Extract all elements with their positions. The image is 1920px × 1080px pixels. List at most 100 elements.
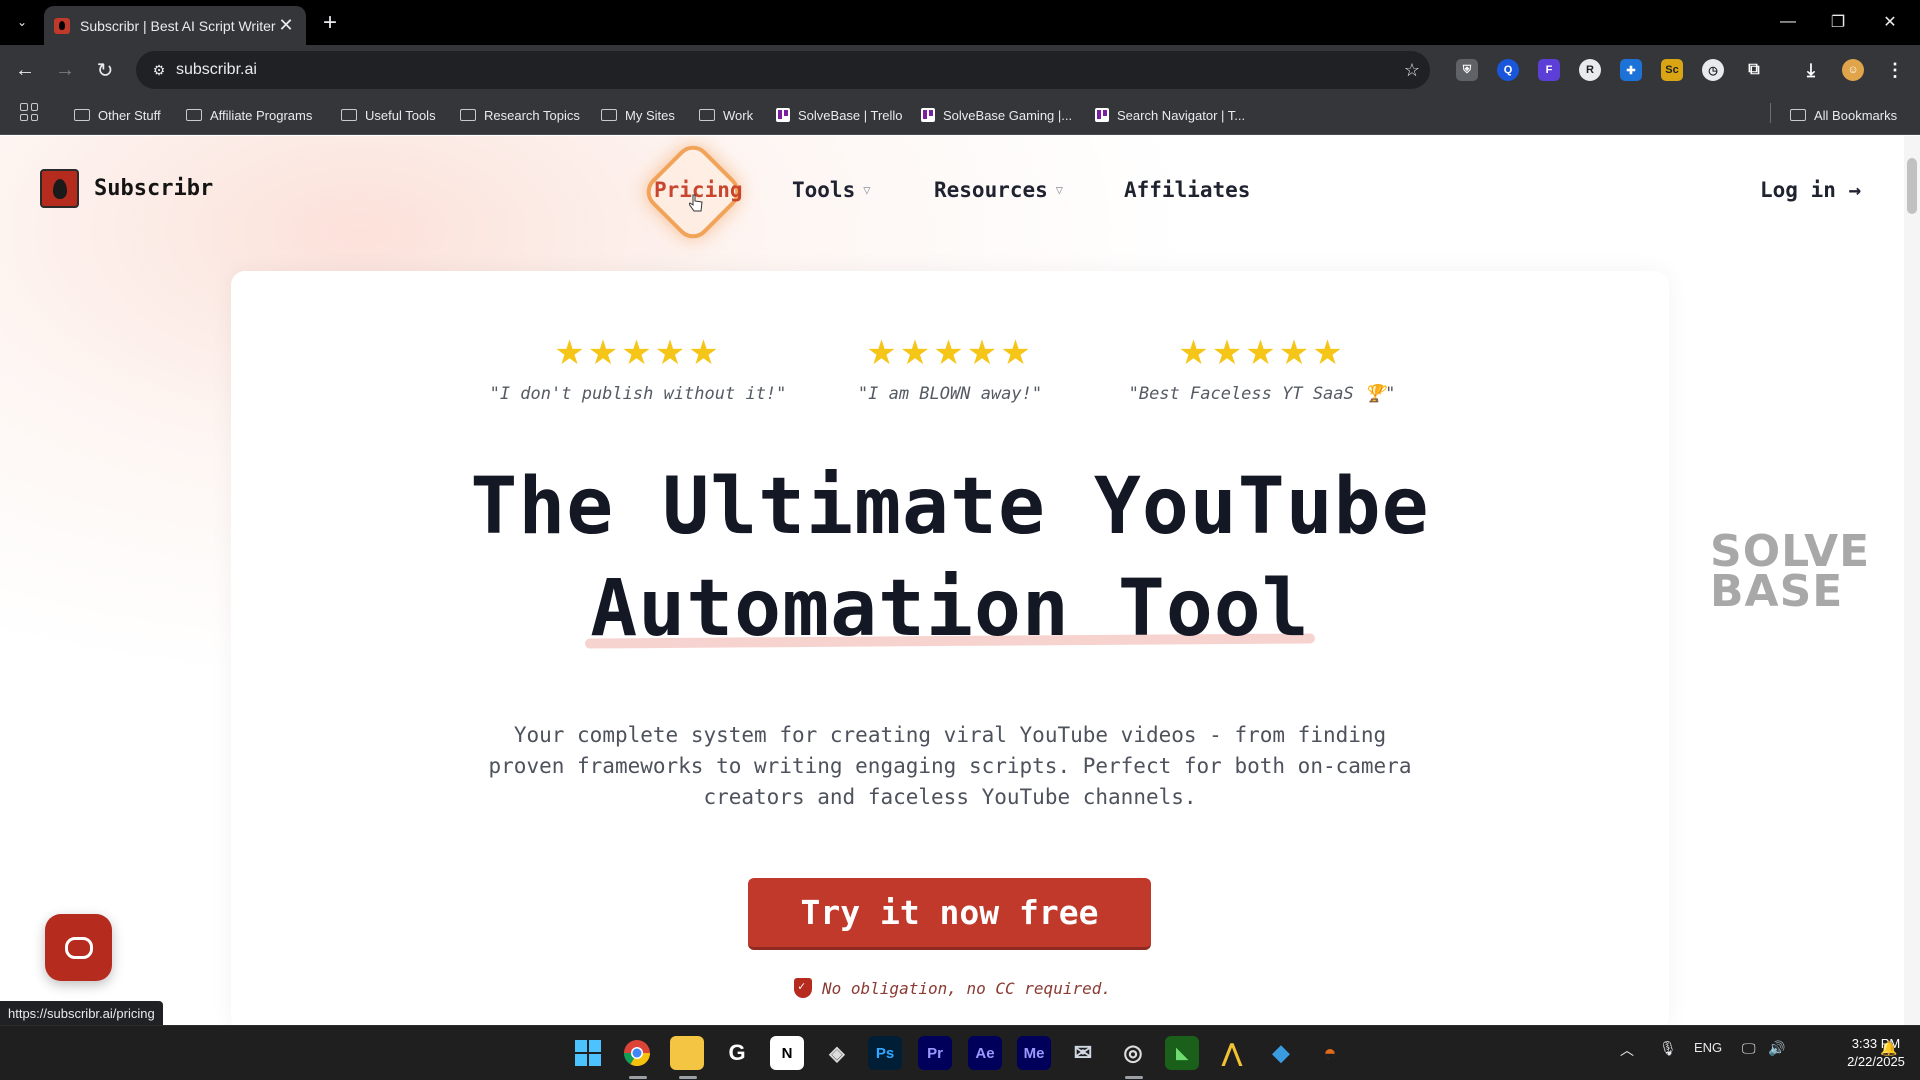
no-obligation-note: No obligation, no CC required. — [794, 978, 1111, 998]
bookmark-search-navigator[interactable]: Search Navigator | T... — [1095, 104, 1245, 126]
reload-icon[interactable]: ↻ — [90, 55, 120, 85]
url-text[interactable]: subscribr.ai — [176, 61, 1394, 79]
site-name[interactable]: Subscribr — [94, 176, 213, 201]
photoshop-icon[interactable]: Ps — [868, 1036, 902, 1070]
bookmark-solvebase-trello[interactable]: SolveBase | Trello — [776, 104, 903, 126]
bookmark-folder-research-topics[interactable]: Research Topics — [460, 104, 580, 126]
volume-icon[interactable]: 🔊 — [1768, 1040, 1785, 1057]
chat-support-button[interactable] — [45, 914, 112, 981]
web-page: Subscribr Pricing Tools ▽ Resources ▽ Af… — [0, 136, 1920, 1025]
folder-icon — [601, 109, 617, 121]
bookmark-folder-affiliate-programs[interactable]: Affiliate Programs — [186, 104, 312, 126]
browser-tab-active[interactable]: Subscribr | Best AI Script Writer ✕ — [44, 6, 306, 45]
file-explorer-icon[interactable] — [670, 1036, 704, 1070]
puzzle-blue-extension-icon[interactable]: ✚ — [1620, 59, 1642, 81]
login-link[interactable]: Log in → — [1760, 178, 1861, 202]
chrome-icon[interactable] — [620, 1036, 654, 1070]
bookmark-folder-work[interactable]: Work — [699, 104, 753, 126]
more-menu-icon[interactable]: ⋮ — [1884, 59, 1906, 81]
bookmark-star-icon[interactable]: ☆ — [1394, 60, 1430, 81]
clock-time: 3:33 PM — [1851, 1036, 1901, 1051]
scrollbar-thumb[interactable] — [1907, 158, 1917, 214]
yellow-app-icon[interactable]: ⋀ — [1215, 1036, 1249, 1070]
address-bar[interactable]: ⚙ subscribr.ai ☆ — [136, 51, 1430, 89]
bookmark-solvebase-gaming[interactable]: SolveBase Gaming |... — [921, 104, 1072, 126]
system-clock[interactable]: 3:33 PM 2/22/2025 — [1840, 1035, 1912, 1071]
microphone-icon[interactable]: 🎙 — [1659, 1040, 1677, 1057]
close-window-button[interactable]: ✕ — [1870, 8, 1910, 36]
tray-overflow-icon[interactable]: ︿ — [1620, 1040, 1634, 1060]
clock-date: 2/22/2025 — [1847, 1054, 1905, 1069]
vpn-app-icon[interactable]: ◈ — [820, 1036, 854, 1070]
tab-close-icon[interactable]: ✕ — [276, 15, 296, 36]
link-status-url: https://subscribr.ai/pricing — [0, 1001, 163, 1025]
bookmark-folder-my-sites[interactable]: My Sites — [601, 104, 675, 126]
g-app-icon[interactable]: G — [720, 1036, 754, 1070]
bookmark-folder-useful-tools[interactable]: Useful Tools — [341, 104, 436, 126]
clock-extension-icon[interactable]: ◷ — [1702, 59, 1724, 81]
search-extension-icon[interactable]: Q — [1497, 59, 1519, 81]
tab-title: Subscribr | Best AI Script Writer — [80, 17, 276, 34]
chat-bubble-icon — [64, 936, 93, 959]
explorer-active-indicator — [679, 1076, 697, 1079]
folder-icon — [186, 109, 202, 121]
tab-search-button[interactable]: ⌄ — [8, 9, 36, 35]
bookmark-label: My Sites — [625, 107, 675, 123]
sc-extension-icon[interactable]: Sc — [1661, 59, 1683, 81]
profile-avatar[interactable]: ☺ — [1842, 59, 1864, 81]
back-arrow-icon[interactable]: ← — [10, 55, 40, 85]
all-bookmarks[interactable]: All Bookmarks — [1790, 104, 1897, 126]
chrome-active-indicator — [629, 1076, 647, 1079]
notification-bell-icon[interactable]: 🔔 — [1880, 1040, 1897, 1057]
nav-resources-dropdown[interactable]: Resources ▽ — [934, 178, 1063, 202]
solvebase-watermark-logo: SOLVE BASE — [1710, 526, 1871, 617]
download-icon[interactable]: ⤓ — [1800, 59, 1822, 81]
folder-icon — [74, 109, 90, 121]
premiere-icon[interactable]: Pr — [918, 1036, 952, 1070]
site-settings-icon[interactable]: ⚙ — [142, 62, 176, 79]
new-tab-button[interactable]: + — [316, 9, 344, 37]
notion-icon[interactable]: N — [770, 1036, 804, 1070]
shield-extension-icon[interactable]: ⛨ — [1456, 59, 1478, 81]
obs-icon[interactable]: ◎ — [1116, 1036, 1150, 1070]
bookmarks-divider — [1770, 103, 1771, 123]
star-rating-icon: ★★★★★ — [554, 334, 722, 372]
nav-resources-label: Resources — [934, 178, 1048, 202]
obs-active-indicator — [1125, 1076, 1143, 1079]
browser-toolbar: ← → ↻ ⚙ subscribr.ai ☆ ⛨ Q F R ✚ Sc ◷ ⧉ … — [0, 45, 1920, 95]
r-extension-icon[interactable]: R — [1579, 59, 1601, 81]
try-free-button[interactable]: Try it now free — [748, 878, 1151, 950]
bookmark-label: Affiliate Programs — [210, 107, 313, 123]
media-encoder-icon[interactable]: Me — [1017, 1036, 1051, 1070]
windows-start-icon[interactable] — [571, 1036, 605, 1070]
nav-tools-dropdown[interactable]: Tools ▽ — [792, 178, 870, 202]
language-indicator[interactable]: ENG — [1694, 1040, 1722, 1055]
subscribr-favicon-icon — [54, 17, 70, 34]
bookmark-label: Useful Tools — [365, 107, 436, 123]
bookmark-label: Search Navigator | T... — [1117, 107, 1246, 123]
after-effects-icon[interactable]: Ae — [968, 1036, 1002, 1070]
no-obligation-text: No obligation, no CC required. — [822, 978, 1111, 998]
mail-icon[interactable]: ✉ — [1066, 1036, 1100, 1070]
extensions-puzzle-icon[interactable]: ⧉ — [1743, 59, 1765, 81]
nav-affiliates-link[interactable]: Affiliates — [1124, 178, 1250, 202]
restore-button[interactable]: ❐ — [1818, 8, 1858, 36]
folder-icon — [1790, 109, 1806, 121]
hero-headline-line2: Automation Tool — [590, 564, 1310, 654]
network-icon[interactable]: 🖵 — [1742, 1040, 1756, 1057]
bookmark-folder-other-stuff[interactable]: Other Stuff — [74, 104, 161, 126]
star-rating-icon: ★★★★★ — [1178, 334, 1346, 372]
minimize-button[interactable]: — — [1768, 8, 1808, 36]
nav-tools-label: Tools — [792, 178, 856, 202]
page-scrollbar[interactable] — [1904, 136, 1920, 1025]
bookmark-label: Research Topics — [484, 107, 580, 123]
subscribr-logo-icon[interactable] — [40, 169, 79, 208]
browser-tab-bar: ⌄ Subscribr | Best AI Script Writer ✕ + … — [0, 0, 1920, 45]
bookmark-label: SolveBase | Trello — [798, 107, 903, 123]
forward-arrow-icon[interactable]: → — [50, 55, 80, 85]
orange-app-icon[interactable]: ◓ — [1313, 1036, 1347, 1070]
apps-grid-icon[interactable] — [20, 103, 38, 121]
blue-cube-icon[interactable]: ◆ — [1264, 1036, 1298, 1070]
green-app-icon[interactable]: ◣ — [1165, 1036, 1199, 1070]
f-extension-icon[interactable]: F — [1538, 59, 1560, 81]
